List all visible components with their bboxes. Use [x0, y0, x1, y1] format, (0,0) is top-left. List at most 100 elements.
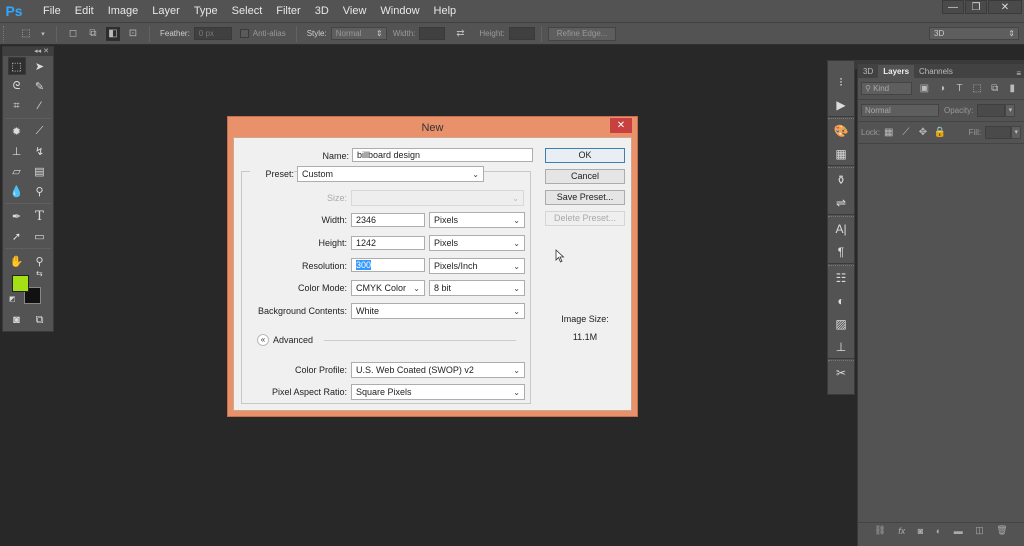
history-panel-icon[interactable]: ⁝ [828, 70, 854, 93]
new-selection-icon[interactable]: ◻ [66, 27, 80, 41]
color-profile-select[interactable]: U.S. Web Coated (SWOP) v2 ⌄ [351, 362, 525, 378]
crop-tool-icon[interactable]: ⌗ [8, 97, 26, 115]
styles-panel-icon[interactable]: ▨ [828, 312, 854, 335]
minimize-button[interactable]: — [942, 0, 964, 14]
link-layers-icon[interactable]: ⛓ [874, 525, 885, 536]
lasso-tool-icon[interactable]: ᘓ [8, 77, 26, 95]
chevron-down-icon[interactable]: ▾ [39, 27, 47, 41]
menu-type[interactable]: Type [187, 5, 225, 17]
menu-image[interactable]: Image [101, 5, 146, 17]
lock-transparent-icon[interactable]: ▦ [882, 127, 895, 138]
actions-panel-icon[interactable]: ▶ [828, 93, 854, 116]
menu-window[interactable]: Window [373, 5, 426, 17]
default-colors-icon[interactable]: ◩ [9, 295, 16, 303]
blend-mode-select[interactable]: Normal [861, 104, 939, 117]
filter-kind-select[interactable]: ⚲ Kind [861, 82, 912, 95]
trash-icon[interactable]: 🗑 [996, 525, 1007, 536]
tool-presets-panel-icon[interactable]: ✂ [828, 361, 854, 384]
brush-tool-icon[interactable]: ⟋ [31, 122, 49, 140]
gradient-tool-icon[interactable]: ▤ [31, 162, 49, 180]
save-preset-button[interactable]: Save Preset... [545, 190, 625, 205]
opacity-dropdown[interactable]: ▾ [1005, 104, 1016, 117]
quick-mask-icon[interactable]: ◙ [8, 311, 26, 329]
adjustment-filter-icon[interactable]: ◑ [935, 83, 949, 94]
lock-position-icon[interactable]: ✥ [916, 127, 929, 138]
filter-toggle-icon[interactable]: ▮ [1005, 83, 1019, 94]
zoom-tool-icon[interactable]: ⚲ [31, 252, 49, 270]
color-mode-select[interactable]: CMYK Color ⌄ [351, 280, 425, 296]
rectangular-marquee-tool-icon[interactable]: ⬚ [7, 57, 26, 75]
restore-button[interactable]: ❐ [965, 0, 987, 14]
properties-panel-icon[interactable]: ☷ [828, 266, 854, 289]
menu-edit[interactable]: Edit [68, 5, 101, 17]
resolution-unit-select[interactable]: Pixels/Inch ⌄ [429, 258, 525, 274]
menu-view[interactable]: View [336, 5, 374, 17]
bit-depth-select[interactable]: 8 bit ⌄ [429, 280, 525, 296]
panel-collapse-icon[interactable]: ◂◂ ✕ [3, 47, 53, 56]
history-brush-tool-icon[interactable]: ↯ [31, 142, 49, 160]
advanced-label[interactable]: Advanced [273, 335, 313, 345]
menu-filter[interactable]: Filter [269, 5, 307, 17]
subtract-from-selection-icon[interactable]: ◧ [106, 26, 120, 41]
menu-file[interactable]: File [36, 5, 68, 17]
lock-image-icon[interactable]: ⟋ [899, 127, 912, 138]
name-input[interactable]: billboard design [352, 148, 533, 162]
anti-alias-checkbox[interactable] [239, 29, 249, 38]
swap-width-height-icon[interactable]: ⇄ [453, 27, 467, 41]
pen-tool-icon[interactable]: ✒ [8, 207, 26, 225]
foreground-color-swatch[interactable] [12, 275, 29, 292]
width-input[interactable]: 2346 [351, 213, 425, 227]
move-tool-icon[interactable]: ➤ [31, 57, 49, 75]
style-select[interactable]: Normal ⇕ [330, 27, 387, 40]
pixel-aspect-ratio-select[interactable]: Square Pixels ⌄ [351, 384, 525, 400]
dodge-tool-icon[interactable]: ⚲ [31, 182, 49, 200]
cancel-button[interactable]: Cancel [545, 169, 625, 184]
dialog-close-button[interactable]: ✕ [610, 118, 632, 133]
rectangle-tool-icon[interactable]: ▭ [31, 227, 49, 245]
type-filter-icon[interactable]: T [953, 83, 967, 94]
blur-tool-icon[interactable]: 💧 [8, 182, 26, 200]
preset-select[interactable]: Custom ⌄ [297, 166, 484, 182]
resolution-input[interactable]: 300 [351, 258, 425, 272]
shape-filter-icon[interactable]: ⬚ [970, 83, 984, 94]
options-bar-grip[interactable] [3, 25, 9, 42]
width-unit-select[interactable]: Pixels ⌄ [429, 212, 525, 228]
ok-button[interactable]: OK [545, 148, 625, 163]
close-window-button[interactable]: ✕ [988, 0, 1022, 14]
marquee-tool-preset-icon[interactable]: ⬚ [19, 27, 33, 41]
brush-panel-icon[interactable]: ⇌ [828, 191, 854, 214]
eraser-tool-icon[interactable]: ▱ [8, 162, 26, 180]
menu-help[interactable]: Help [427, 5, 464, 17]
intersect-selection-icon[interactable]: ⊡ [126, 27, 140, 41]
type-tool-icon[interactable]: T [31, 207, 49, 225]
tab-layers[interactable]: Layers [878, 65, 915, 78]
panel-menu-icon[interactable]: ≡ [1016, 69, 1024, 78]
eyedropper-tool-icon[interactable]: ⁄ [31, 97, 49, 115]
smart-object-filter-icon[interactable]: ⧉ [988, 83, 1002, 94]
tab-3d[interactable]: 3D [858, 65, 878, 78]
adjustment-layer-icon[interactable]: ◐ [936, 526, 941, 536]
menu-select[interactable]: Select [225, 5, 270, 17]
advanced-toggle-icon[interactable]: « [257, 334, 269, 346]
add-mask-icon[interactable]: ◙ [918, 526, 923, 536]
new-layer-icon[interactable]: ◫ [975, 525, 984, 536]
fill-input[interactable] [985, 126, 1012, 139]
height-unit-select[interactable]: Pixels ⌄ [429, 235, 525, 251]
menu-3d[interactable]: 3D [308, 5, 336, 17]
adjustments-panel-icon[interactable]: ◐ [828, 289, 854, 312]
brush-presets-panel-icon[interactable]: ⚱ [828, 168, 854, 191]
fx-icon[interactable]: fx [898, 526, 905, 536]
character-panel-icon[interactable]: A| [828, 217, 854, 240]
background-contents-select[interactable]: White ⌄ [351, 303, 525, 319]
path-selection-tool-icon[interactable]: ➚ [8, 227, 26, 245]
width-input[interactable] [419, 27, 446, 40]
height-input[interactable] [508, 27, 535, 40]
workspace-select[interactable]: 3D ⇕ [929, 27, 1019, 40]
hand-tool-icon[interactable]: ✋ [8, 252, 26, 270]
opacity-input[interactable] [977, 104, 1006, 117]
feather-input[interactable]: 0 px [193, 27, 232, 40]
fill-dropdown[interactable]: ▾ [1011, 126, 1021, 139]
clone-stamp-tool-icon[interactable]: ⊥ [8, 142, 26, 160]
refine-edge-button[interactable]: Refine Edge... [547, 26, 617, 41]
spot-healing-tool-icon[interactable]: ✹ [8, 122, 26, 140]
